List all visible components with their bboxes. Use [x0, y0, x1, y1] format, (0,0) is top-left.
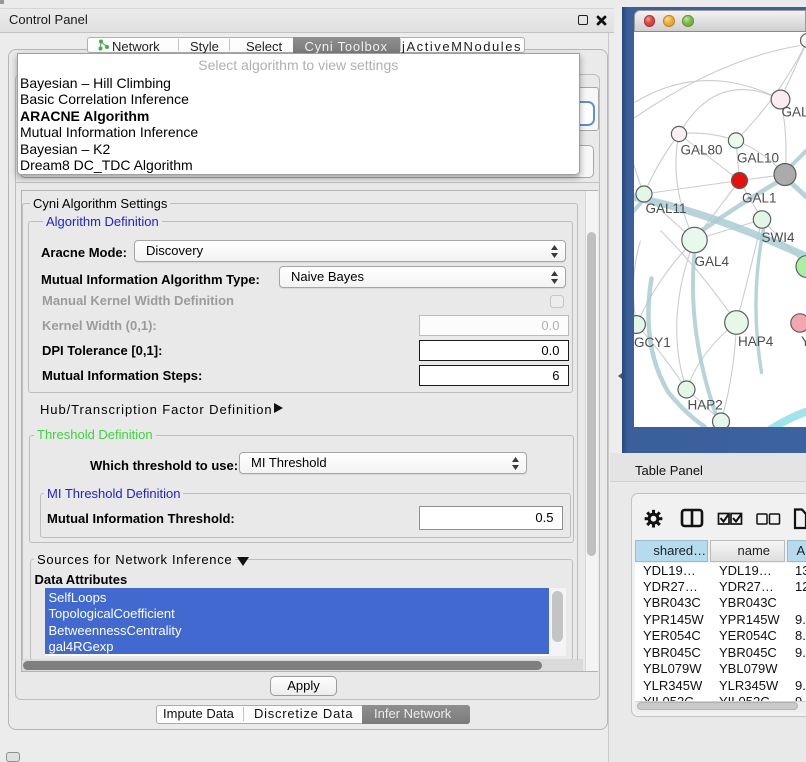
- svg-text:GAL1: GAL1: [742, 190, 777, 205]
- svg-text:GAL11: GAL11: [645, 201, 686, 216]
- svg-text:SWI4: SWI4: [761, 230, 794, 245]
- svg-text:Y: Y: [801, 334, 806, 349]
- svg-text:HAP4: HAP4: [738, 334, 774, 349]
- svg-text:GCY1: GCY1: [634, 335, 671, 350]
- svg-text:GAL4: GAL4: [694, 254, 729, 269]
- svg-text:GAL80: GAL80: [680, 142, 722, 157]
- svg-text:HAP2: HAP2: [687, 397, 722, 412]
- svg-text:GAL7: GAL7: [781, 104, 806, 119]
- svg-text:GAL10: GAL10: [737, 150, 779, 165]
